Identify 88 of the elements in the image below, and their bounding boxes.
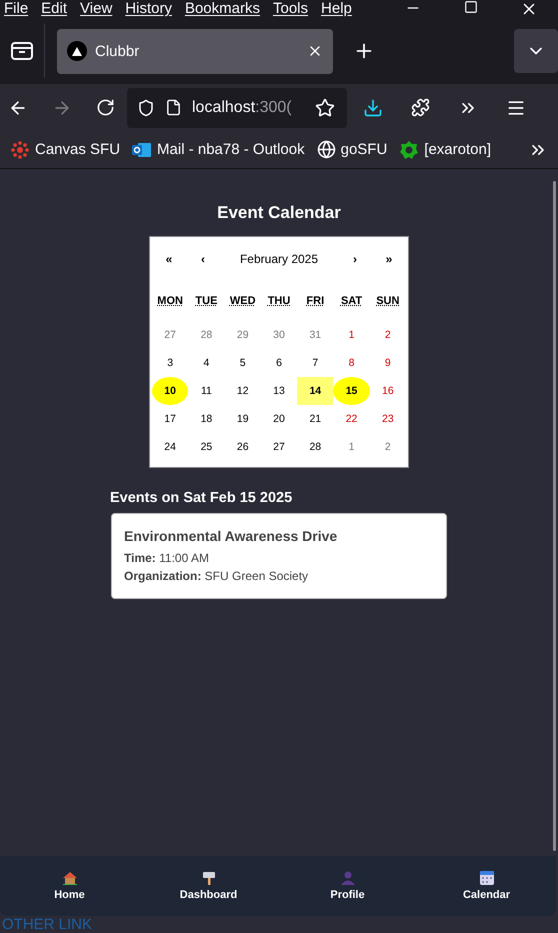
browser-tab[interactable]: Clubbr bbox=[57, 28, 333, 74]
day-cell[interactable]: 27 bbox=[152, 321, 188, 349]
day-cell[interactable]: 25 bbox=[188, 433, 225, 461]
day-cell[interactable]: 16 bbox=[370, 377, 406, 405]
triangle-logo-icon bbox=[67, 41, 87, 61]
day-cell[interactable]: 2 bbox=[370, 321, 406, 349]
day-cell[interactable]: 2 bbox=[370, 433, 406, 461]
weekday-label: WED bbox=[228, 294, 257, 309]
day-cell[interactable]: 21 bbox=[297, 405, 334, 433]
day-cell[interactable]: 11 bbox=[188, 377, 225, 405]
menu-item[interactable]: File bbox=[4, 1, 28, 17]
globe-icon bbox=[316, 140, 336, 159]
reload-icon[interactable] bbox=[96, 98, 115, 117]
event-title: Environmental Awareness Drive bbox=[124, 528, 338, 544]
day-cell[interactable]: 15 bbox=[333, 377, 370, 405]
weekday-label: TUE bbox=[194, 294, 218, 309]
weekday-label: MON bbox=[156, 294, 184, 309]
nav-button[interactable]: › bbox=[338, 252, 372, 266]
day-cell[interactable]: 17 bbox=[152, 405, 188, 433]
day-cell[interactable]: 4 bbox=[188, 349, 225, 377]
bookmark-link[interactable]: goSFU bbox=[316, 140, 388, 159]
nav-item[interactable]: Dashboard bbox=[139, 856, 278, 916]
tab-title: Clubbr bbox=[95, 42, 140, 60]
bookmark-star-icon[interactable] bbox=[315, 98, 335, 118]
day-cell[interactable]: 13 bbox=[260, 377, 298, 405]
signpost-icon bbox=[202, 871, 214, 885]
weekday-label: SAT bbox=[340, 294, 364, 309]
day-cell[interactable]: 8 bbox=[333, 349, 370, 377]
menu-item[interactable]: View bbox=[80, 1, 112, 17]
day-cell[interactable]: 3 bbox=[152, 349, 188, 377]
day-cell[interactable]: 22 bbox=[333, 405, 370, 433]
calendar-icon bbox=[480, 871, 494, 885]
day-cell[interactable]: 24 bbox=[152, 433, 188, 461]
nav-item[interactable]: Home bbox=[0, 856, 139, 916]
person-icon bbox=[340, 871, 354, 885]
sunburst-icon bbox=[10, 140, 30, 160]
bookmark-link[interactable]: Mail - nba78 - Outlook bbox=[132, 140, 305, 158]
day-cell[interactable]: 18 bbox=[188, 405, 225, 433]
day-cell[interactable]: 5 bbox=[224, 349, 261, 377]
day-cell[interactable]: 26 bbox=[224, 433, 261, 461]
address-field[interactable]: localhost:300( bbox=[127, 88, 347, 128]
day-cell[interactable]: 28 bbox=[297, 433, 334, 461]
bookmark-link[interactable]: [exaroton] bbox=[399, 140, 492, 160]
maximize-icon[interactable] bbox=[464, 0, 478, 14]
day-cell[interactable]: 6 bbox=[260, 349, 298, 377]
house-icon bbox=[62, 872, 76, 884]
nav-button[interactable]: « bbox=[152, 252, 186, 266]
nav-item[interactable]: Calendar bbox=[417, 856, 556, 916]
download-icon[interactable] bbox=[363, 98, 383, 118]
events-heading: Events on Sat Feb 15 2025 bbox=[110, 490, 292, 506]
day-cell[interactable]: 12 bbox=[224, 377, 261, 405]
menu-item[interactable]: Edit bbox=[41, 1, 68, 17]
event-detail: Organization: SFU Green Society bbox=[124, 568, 310, 585]
day-cell[interactable]: 30 bbox=[260, 321, 298, 349]
nav-item[interactable]: Profile bbox=[278, 856, 417, 916]
day-cell[interactable]: 7 bbox=[297, 349, 334, 377]
day-cell[interactable]: 28 bbox=[188, 321, 225, 349]
month-label[interactable]: February 2025 bbox=[220, 252, 338, 266]
shield-icon[interactable] bbox=[137, 98, 155, 116]
gear-icon bbox=[399, 140, 420, 160]
bookmark-link[interactable]: Canvas SFU bbox=[10, 140, 120, 160]
day-cell[interactable]: 23 bbox=[370, 405, 406, 433]
day-cell[interactable]: 19 bbox=[224, 405, 261, 433]
tray-icon[interactable] bbox=[11, 42, 33, 60]
page-icon bbox=[165, 99, 182, 116]
nav-button[interactable]: ‹ bbox=[186, 252, 220, 266]
event-detail: Time: 11:00 AM bbox=[124, 550, 210, 567]
day-cell[interactable]: 20 bbox=[260, 405, 298, 433]
scrollbar[interactable] bbox=[553, 181, 556, 851]
day-cell[interactable]: 1 bbox=[333, 433, 370, 461]
weekday-label: FRI bbox=[305, 294, 326, 309]
day-cell[interactable]: 29 bbox=[224, 321, 261, 349]
day-cell[interactable]: 1 bbox=[333, 321, 370, 349]
day-cell[interactable]: 27 bbox=[260, 433, 298, 461]
day-cell[interactable]: 31 bbox=[297, 321, 334, 349]
extensions-icon[interactable] bbox=[411, 98, 430, 117]
menu-item[interactable]: Bookmarks bbox=[184, 1, 260, 17]
day-cell[interactable]: 9 bbox=[370, 349, 406, 377]
nav-button[interactable]: » bbox=[372, 252, 406, 266]
weekday-label: SUN bbox=[375, 294, 400, 309]
day-cell[interactable]: 14 bbox=[297, 377, 334, 405]
menu-item[interactable]: History bbox=[125, 1, 172, 17]
weekday-label: THU bbox=[266, 294, 292, 309]
mail-icon bbox=[132, 140, 152, 158]
day-cell[interactable]: 10 bbox=[152, 377, 188, 405]
menu-item[interactable]: Tools bbox=[272, 1, 308, 17]
menu-item[interactable]: Help bbox=[321, 1, 352, 17]
page-title: Event Calendar bbox=[217, 203, 341, 223]
